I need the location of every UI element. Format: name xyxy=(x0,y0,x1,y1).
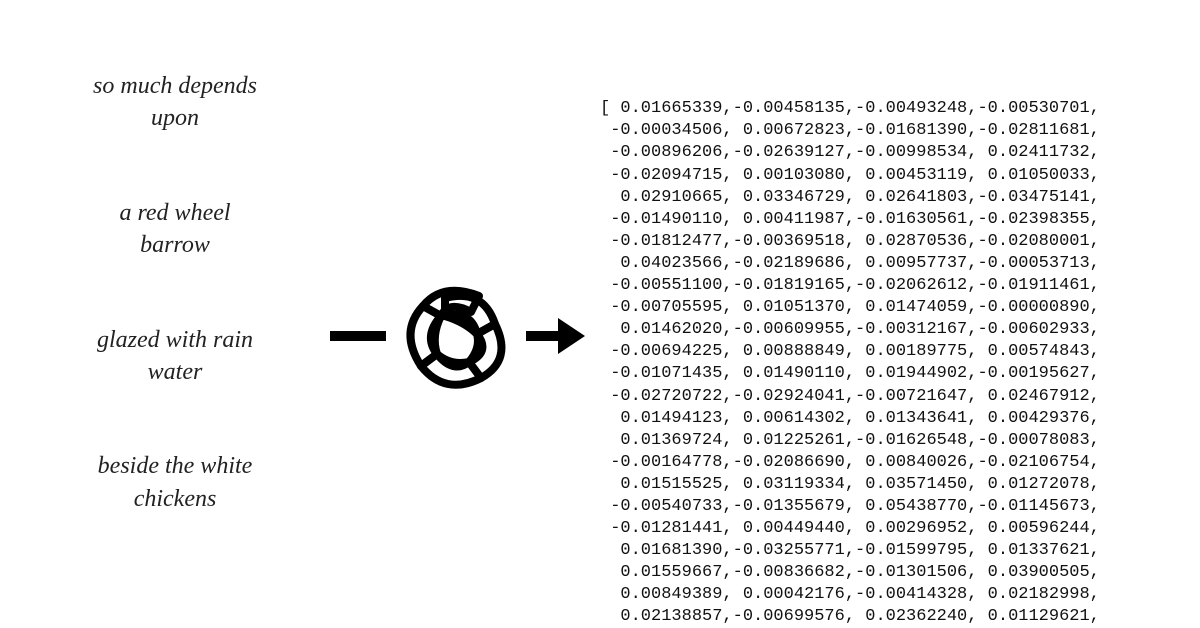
diagram-canvas: so much dependsupon a red wheelbarrow glaz… xyxy=(0,0,1200,628)
embedding-vector: [ 0.01665339,-0.00458135,-0.00493248,-0.… xyxy=(600,32,1180,628)
embedding-row: -0.00034506, 0.00672823,-0.01681390,-0.0… xyxy=(600,120,1180,142)
poem-line: water xyxy=(40,356,310,388)
poem-line: upon xyxy=(40,102,310,134)
poem-line: so much depends xyxy=(40,70,310,102)
poem-stanza: so much dependsupon xyxy=(40,70,310,135)
poem-line: beside the white xyxy=(40,450,310,482)
embedding-row: 0.01681390,-0.03255771,-0.01599795, 0.01… xyxy=(600,540,1180,562)
poem-line: glazed with rain xyxy=(40,324,310,356)
embedding-row: -0.00551100,-0.01819165,-0.02062612,-0.0… xyxy=(600,275,1180,297)
openai-logo-icon xyxy=(410,291,501,385)
embedding-row: 0.04023566,-0.02189686, 0.00957737,-0.00… xyxy=(600,253,1180,275)
poem-stanza: a red wheelbarrow xyxy=(40,197,310,262)
embedding-row: -0.00896206,-0.02639127,-0.00998534, 0.0… xyxy=(600,142,1180,164)
embedding-row: -0.02094715, 0.00103080, 0.00453119, 0.0… xyxy=(600,165,1180,187)
embedding-row: 0.01462020,-0.00609955,-0.00312167,-0.00… xyxy=(600,319,1180,341)
embedding-row: -0.00164778,-0.02086690, 0.00840026,-0.0… xyxy=(600,452,1180,474)
embedding-row: -0.01490110, 0.00411987,-0.01630561,-0.0… xyxy=(600,209,1180,231)
poem-stanza: glazed with rainwater xyxy=(40,324,310,389)
embedding-row: -0.01812477,-0.00369518, 0.02870536,-0.0… xyxy=(600,231,1180,253)
embedding-row: [ 0.01665339,-0.00458135,-0.00493248,-0.… xyxy=(600,98,1180,120)
embedding-row: -0.01281441, 0.00449440, 0.00296952, 0.0… xyxy=(600,518,1180,540)
embedding-row: 0.02910665, 0.03346729, 0.02641803,-0.03… xyxy=(600,187,1180,209)
poem-line: barrow xyxy=(40,229,310,261)
embedding-row: 0.01369724, 0.01225261,-0.01626548,-0.00… xyxy=(600,430,1180,452)
embedding-row: 0.00849389, 0.00042176,-0.00414328, 0.02… xyxy=(600,584,1180,606)
embedding-row: -0.00694225, 0.00888849, 0.00189775, 0.0… xyxy=(600,341,1180,363)
embedding-row: 0.02138857,-0.00699576, 0.02362240, 0.01… xyxy=(600,606,1180,628)
embedding-row: 0.01559667,-0.00836682,-0.01301506, 0.03… xyxy=(600,562,1180,584)
poem-line: chickens xyxy=(40,483,310,515)
poem-line: a red wheel xyxy=(40,197,310,229)
embedding-row: -0.00540733,-0.01355679, 0.05438770,-0.0… xyxy=(600,496,1180,518)
input-poem: so much dependsupon a red wheelbarrow glaz… xyxy=(40,70,310,515)
embedding-row: -0.02720722,-0.02924041,-0.00721647, 0.0… xyxy=(600,386,1180,408)
arrow-svg xyxy=(330,266,585,406)
embedding-row: 0.01494123, 0.00614302, 0.01343641, 0.00… xyxy=(600,408,1180,430)
embedding-row: 0.01515525, 0.03119334, 0.03571450, 0.01… xyxy=(600,474,1180,496)
embedding-row: -0.01071435, 0.01490110, 0.01944902,-0.0… xyxy=(600,363,1180,385)
transform-arrow xyxy=(330,300,585,370)
embedding-row: -0.00705595, 0.01051370, 0.01474059,-0.0… xyxy=(600,297,1180,319)
poem-stanza: beside the whitechickens xyxy=(40,450,310,515)
